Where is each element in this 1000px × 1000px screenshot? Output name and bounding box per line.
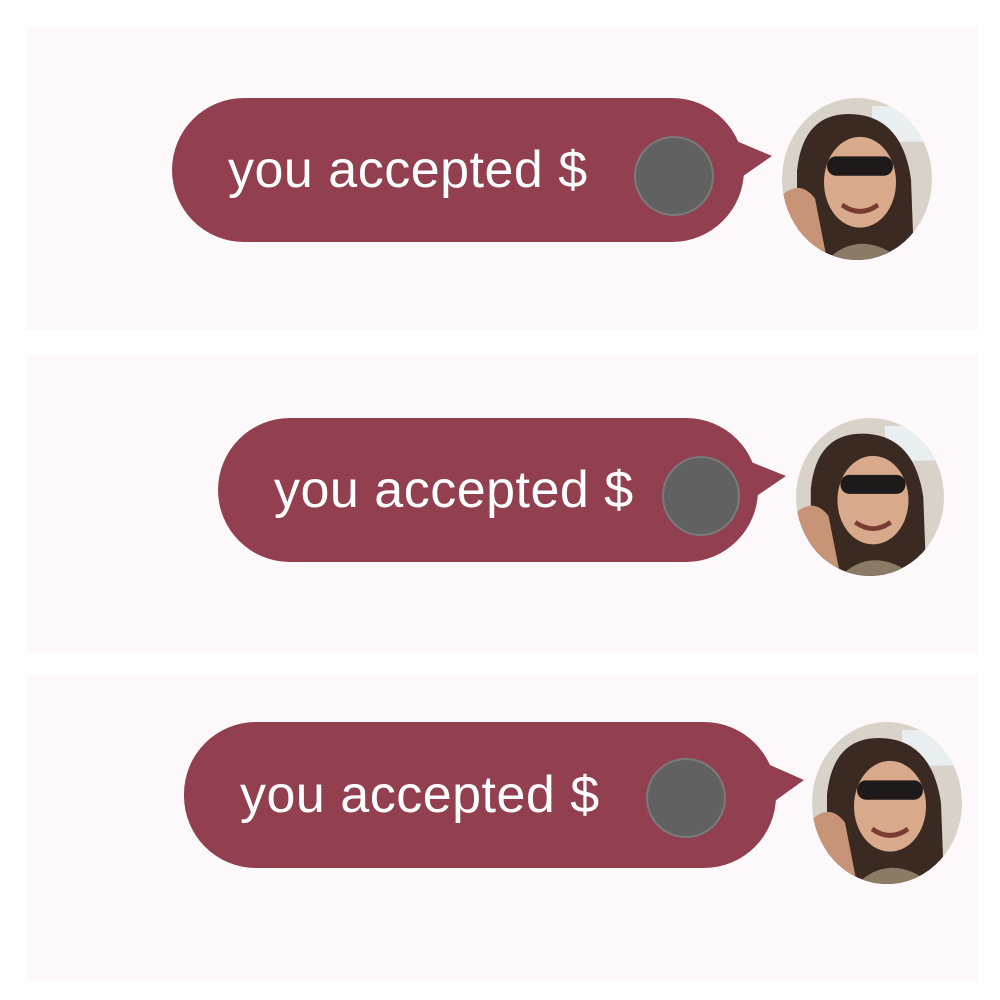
message-text-1: you accepted $ (228, 141, 588, 199)
user-photo-avatar-icon (812, 722, 962, 884)
avatar-1[interactable] (782, 98, 932, 260)
message-text-3: you accepted $ (240, 766, 600, 824)
avatar-2[interactable] (796, 418, 944, 576)
bubble-tail-1 (720, 134, 772, 192)
redacted-amount-2 (662, 456, 740, 536)
bubble-tail-2 (736, 456, 786, 510)
user-photo-avatar-icon (796, 418, 944, 576)
redacted-amount-3 (646, 758, 726, 838)
redacted-amount-1 (634, 136, 714, 216)
user-photo-avatar-icon (782, 98, 932, 260)
message-text-2: you accepted $ (274, 461, 634, 519)
bubble-tail-3 (754, 758, 804, 816)
avatar-3[interactable] (812, 722, 962, 884)
